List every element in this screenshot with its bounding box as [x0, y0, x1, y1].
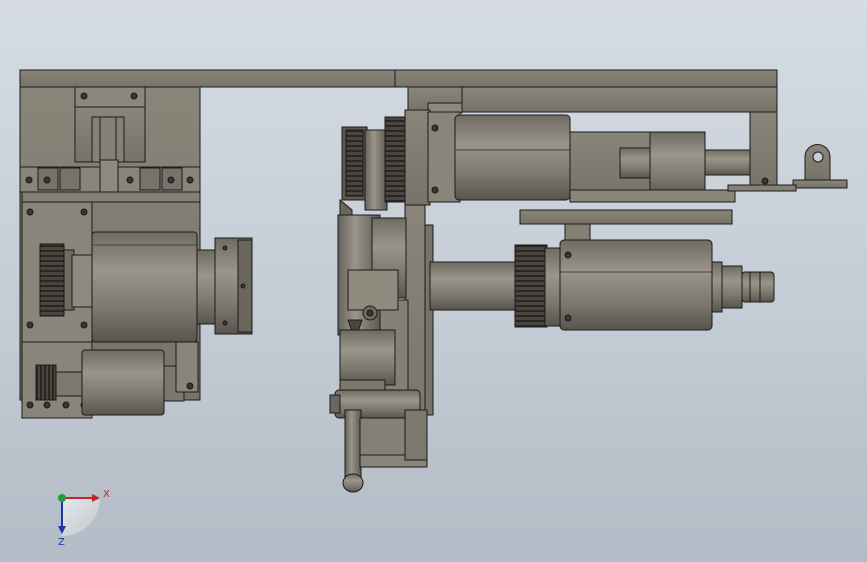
upper-right-motor: [427, 111, 848, 203]
center-transmission: [329, 109, 434, 493]
axis-triad: X Z: [58, 489, 110, 548]
cad-viewport[interactable]: X Z: [0, 0, 867, 562]
assembly-drawing[interactable]: X Z: [0, 0, 867, 562]
z-axis-label: Z: [58, 537, 65, 548]
x-axis-label: X: [103, 489, 110, 500]
lower-right-motor: [429, 209, 775, 331]
left-drive-module: [19, 86, 253, 419]
